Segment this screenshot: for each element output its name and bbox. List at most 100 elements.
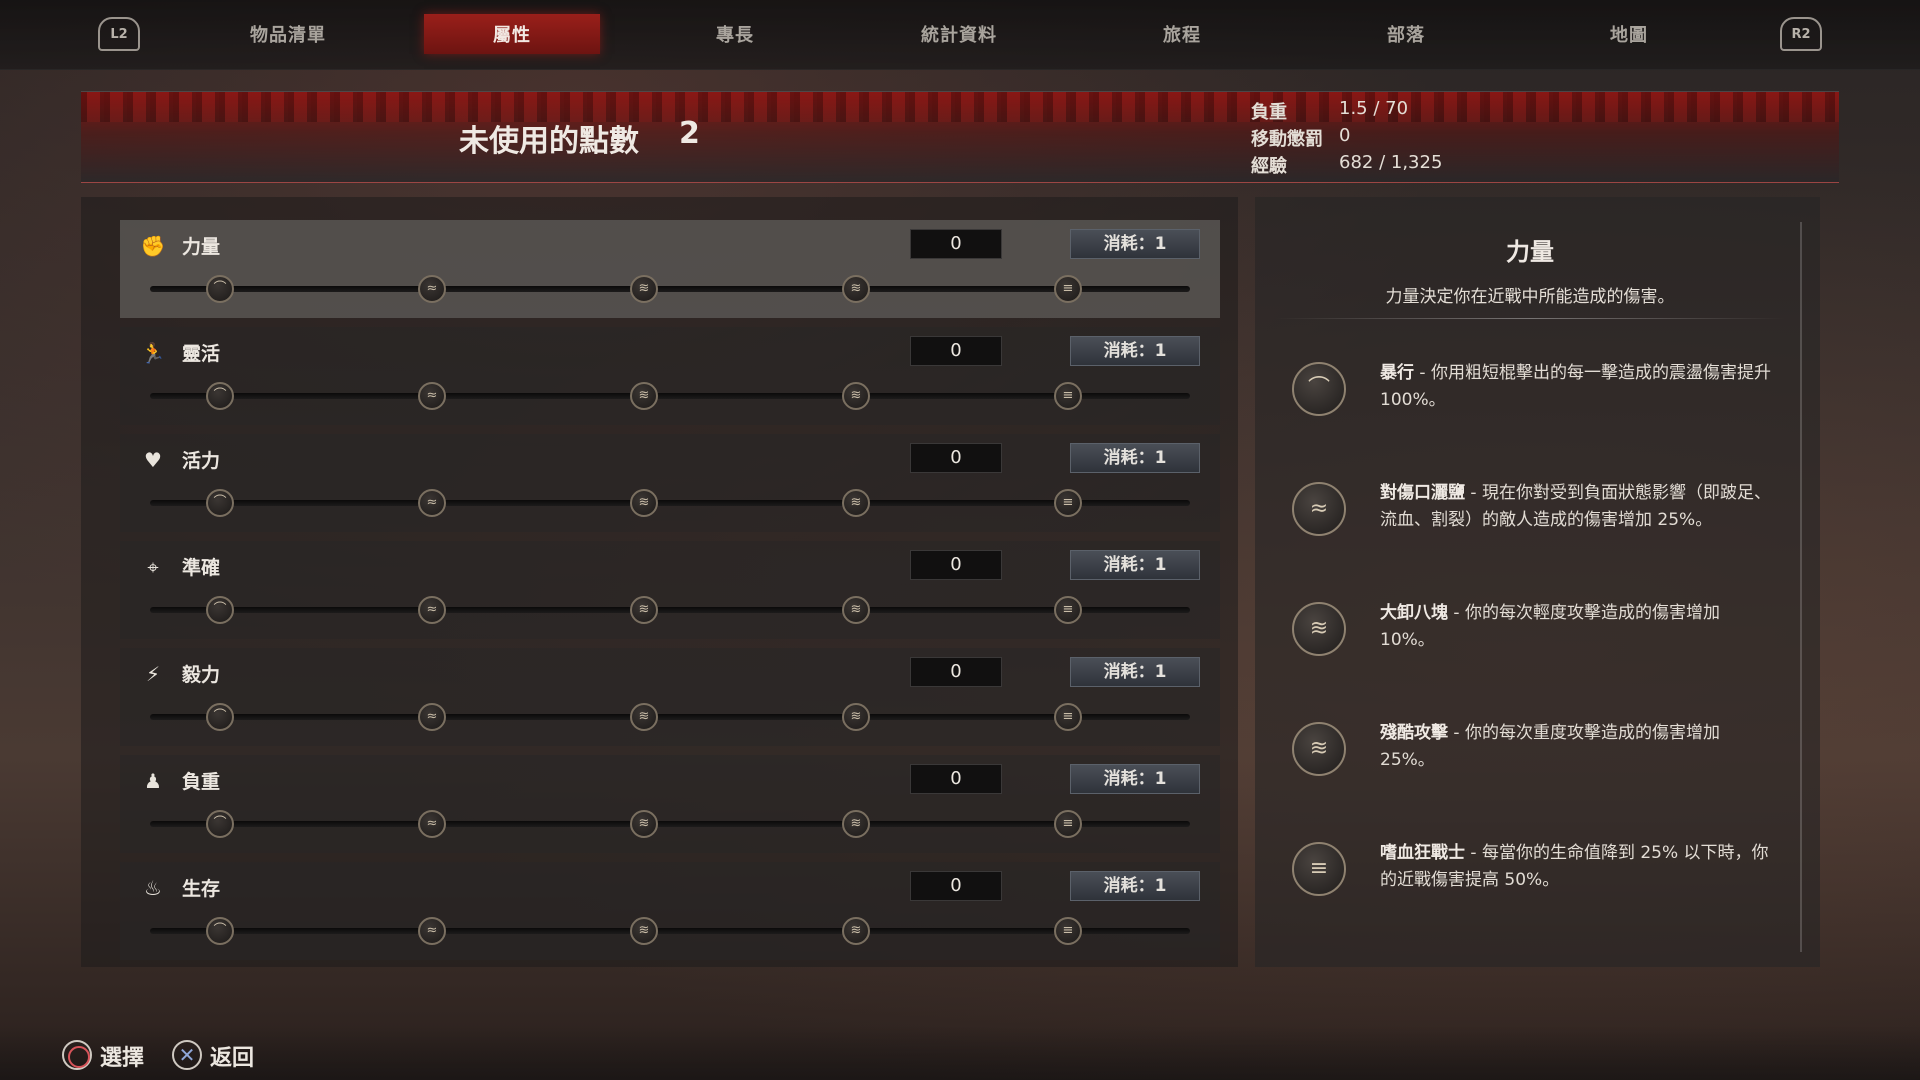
unused-points-value: 2 — [679, 116, 700, 151]
attribute-progress-track — [150, 500, 1190, 506]
attribute-cost-button[interactable]: 消耗：1 — [1070, 871, 1200, 901]
attribute-value-field: 0 — [910, 443, 1002, 473]
perk-node-icon[interactable]: ≈ — [418, 382, 446, 410]
perk-description: 殘酷攻擊 - 你的每次重度攻擊造成的傷害增加 25%。 — [1380, 720, 1780, 774]
perk-node-icon[interactable]: ⌒ — [206, 810, 234, 838]
stat-value: 0 — [1339, 125, 1351, 146]
perk-node-icon[interactable]: ≋ — [630, 703, 658, 731]
perk-node-icon[interactable]: ⌒ — [206, 382, 234, 410]
fist-icon: ✊ — [140, 234, 166, 258]
perk-node-icon[interactable]: ≡ — [1054, 489, 1082, 517]
attribute-row[interactable]: 🏃 靈活 0 消耗：1 ⌒ ≈ ≋ ≋ ≡ — [120, 327, 1220, 425]
l2-shoulder-button[interactable]: L2 — [98, 17, 140, 51]
perk-node-icon[interactable]: ≈ — [418, 810, 446, 838]
tab-map[interactable]: 地圖 — [1541, 14, 1717, 54]
perk-node-icon[interactable]: ⌒ — [206, 489, 234, 517]
attribute-value-field: 0 — [910, 764, 1002, 794]
tab-journey[interactable]: 旅程 — [1094, 14, 1270, 54]
attribute-progress-track — [150, 607, 1190, 613]
perk-node-icon[interactable]: ≈ — [418, 596, 446, 624]
perk-node-icon[interactable]: ≋ — [842, 810, 870, 838]
detail-scrollbar[interactable] — [1800, 222, 1802, 952]
back-prompt[interactable]: 返回 — [210, 1040, 254, 1072]
perk-node-icon[interactable]: ≈ — [418, 917, 446, 945]
attribute-row[interactable]: ⚡ 毅力 0 消耗：1 ⌒ ≈ ≋ ≋ ≡ — [120, 648, 1220, 746]
perk-node-icon[interactable]: ≡ — [1054, 917, 1082, 945]
perk-node-icon[interactable]: ≋ — [630, 275, 658, 303]
tab-clan[interactable]: 部落 — [1318, 14, 1494, 54]
perk-tier1-icon: ⌒ — [1292, 362, 1346, 416]
attribute-row[interactable]: ♨ 生存 0 消耗：1 ⌒ ≈ ≋ ≋ ≡ — [120, 862, 1220, 960]
perk-node-icon[interactable]: ≡ — [1054, 382, 1082, 410]
perk-node-icon[interactable]: ≈ — [418, 275, 446, 303]
perk-tier4-icon: ≋ — [1292, 722, 1346, 776]
detail-title: 力量 — [1506, 238, 1554, 266]
heart-icon: ♥ — [144, 448, 162, 472]
r2-shoulder-button[interactable]: R2 — [1780, 17, 1822, 51]
attribute-progress-track — [150, 393, 1190, 399]
attribute-value-field: 0 — [910, 336, 1002, 366]
perk-node-icon[interactable]: ≈ — [418, 703, 446, 731]
attribute-points-header: 未使用的點數 2 負重 1.5 / 70 移動懲罰 0 經驗 682 / 1,3… — [81, 91, 1839, 183]
attribute-cost-button[interactable]: 消耗：1 — [1070, 443, 1200, 473]
perk-effect-text: - 你用粗短棍擊出的每一擊造成的震盪傷害提升 100%。 — [1380, 363, 1771, 410]
select-prompt[interactable]: 選擇 — [100, 1040, 144, 1072]
attribute-cost-button[interactable]: 消耗：1 — [1070, 550, 1200, 580]
tab-statistics[interactable]: 統計資料 — [871, 14, 1047, 54]
perk-node-icon[interactable]: ≋ — [842, 703, 870, 731]
perk-node-icon[interactable]: ≋ — [842, 917, 870, 945]
perk-node-icon[interactable]: ≋ — [630, 382, 658, 410]
perk-node-icon[interactable]: ⌒ — [206, 275, 234, 303]
perk-node-icon[interactable]: ≡ — [1054, 810, 1082, 838]
tab-inventory[interactable]: 物品清單 — [200, 14, 376, 54]
attribute-progress-track — [150, 821, 1190, 827]
attribute-name: 生存 — [182, 878, 221, 900]
weight-icon: ♟ — [144, 769, 162, 793]
perk-node-icon[interactable]: ≋ — [842, 489, 870, 517]
attribute-name: 毅力 — [182, 664, 221, 686]
tab-attributes[interactable]: 屬性 — [424, 14, 600, 54]
lightning-figure-icon: ⚡ — [145, 662, 161, 686]
stat-label: 經驗 — [1251, 156, 1287, 177]
perk-node-icon[interactable]: ≈ — [418, 489, 446, 517]
perk-node-icon[interactable]: ≋ — [630, 917, 658, 945]
attribute-cost-button[interactable]: 消耗：1 — [1070, 229, 1200, 259]
perk-name: 暴行 — [1380, 363, 1414, 383]
top-navigation-bar: L2 物品清單 屬性 專長 統計資料 旅程 部落 地圖 R2 — [0, 0, 1920, 70]
attribute-row[interactable]: ♥ 活力 0 消耗：1 ⌒ ≈ ≋ ≋ ≡ — [120, 434, 1220, 532]
perk-description: 暴行 - 你用粗短棍擊出的每一擊造成的震盪傷害提升 100%。 — [1380, 360, 1780, 414]
attribute-cost-button[interactable]: 消耗：1 — [1070, 657, 1200, 687]
perk-node-icon[interactable]: ⌒ — [206, 596, 234, 624]
perk-node-icon[interactable]: ≋ — [842, 275, 870, 303]
stat-label: 負重 — [1251, 102, 1287, 123]
attribute-row[interactable]: ♟ 負重 0 消耗：1 ⌒ ≈ ≋ ≋ ≡ — [120, 755, 1220, 853]
button-prompts-bar — [0, 1026, 1920, 1080]
attribute-name: 力量 — [182, 236, 221, 258]
perk-tier3-icon: ≋ — [1292, 602, 1346, 656]
perk-node-icon[interactable]: ≋ — [630, 810, 658, 838]
attribute-cost-button[interactable]: 消耗：1 — [1070, 764, 1200, 794]
stat-label: 移動懲罰 — [1251, 129, 1323, 150]
tab-feats[interactable]: 專長 — [647, 14, 823, 54]
attribute-cost-button[interactable]: 消耗：1 — [1070, 336, 1200, 366]
perk-tier2-icon: ≈ — [1292, 482, 1346, 536]
perk-node-icon[interactable]: ≡ — [1054, 703, 1082, 731]
perk-node-icon[interactable]: ≋ — [630, 489, 658, 517]
perk-node-icon[interactable]: ≋ — [842, 382, 870, 410]
attribute-value-field: 0 — [910, 550, 1002, 580]
attribute-progress-track — [150, 714, 1190, 720]
attribute-name: 準確 — [182, 557, 221, 579]
perk-node-icon[interactable]: ≡ — [1054, 275, 1082, 303]
attribute-name: 靈活 — [182, 343, 221, 365]
perk-node-icon[interactable]: ⌒ — [206, 703, 234, 731]
attribute-row[interactable]: ✊ 力量 0 消耗：1 ⌒ ≈ ≋ ≋ ≡ — [120, 220, 1220, 318]
unused-points-label: 未使用的點數 — [459, 124, 639, 159]
perk-node-icon[interactable]: ≋ — [630, 596, 658, 624]
perk-node-icon[interactable]: ≡ — [1054, 596, 1082, 624]
attribute-row[interactable]: ⌖ 準確 0 消耗：1 ⌒ ≈ ≋ ≋ ≡ — [120, 541, 1220, 639]
attribute-progress-track — [150, 928, 1190, 934]
perk-name: 殘酷攻擊 — [1380, 723, 1448, 743]
perk-node-icon[interactable]: ≋ — [842, 596, 870, 624]
perk-name: 對傷口灑鹽 — [1380, 483, 1465, 503]
perk-node-icon[interactable]: ⌒ — [206, 917, 234, 945]
